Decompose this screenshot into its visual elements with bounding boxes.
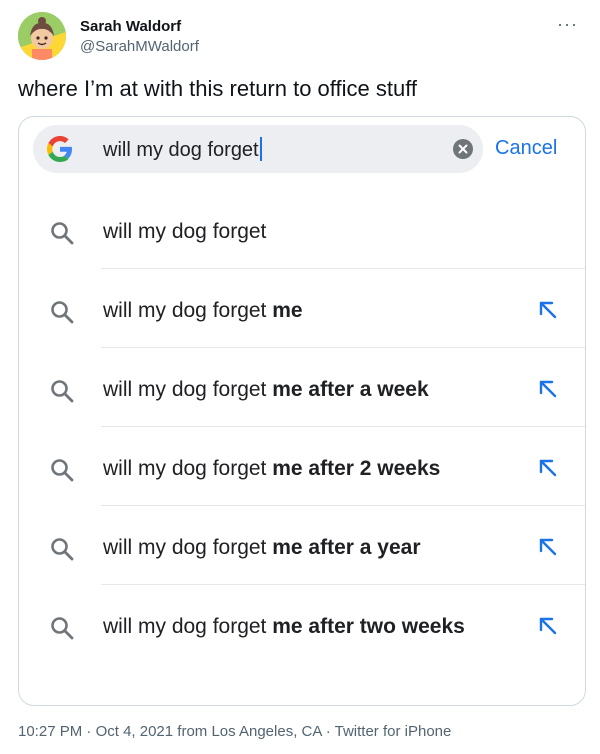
suggestion-prefix: will my dog forget bbox=[103, 457, 273, 480]
tweet-text: where I’m at with this return to office … bbox=[18, 76, 418, 101]
search-icon bbox=[51, 538, 74, 561]
suggestion-text: will my dog forget me after 2 weeks bbox=[103, 457, 440, 481]
suggestion-completion: me after 2 weeks bbox=[272, 457, 441, 480]
tweet-date[interactable]: Oct 4, 2021 bbox=[96, 723, 174, 740]
suggestion-prefix: will my dog forget bbox=[103, 536, 273, 559]
fill-query-arrow-icon[interactable] bbox=[537, 615, 559, 637]
suggestion-text: will my dog forget bbox=[103, 220, 266, 244]
suggestion-completion: me after a week bbox=[272, 378, 429, 401]
fill-query-arrow-icon[interactable] bbox=[537, 536, 559, 558]
tweet-source[interactable]: Twitter for iPhone bbox=[335, 723, 452, 740]
suggestion-prefix: will my dog forget bbox=[103, 615, 273, 638]
meta-separator: · bbox=[325, 723, 331, 740]
search-icon bbox=[51, 301, 74, 324]
search-query: will my dog forget bbox=[103, 139, 259, 161]
google-logo-icon bbox=[47, 136, 72, 162]
fill-query-arrow-icon[interactable] bbox=[537, 299, 559, 321]
suggestion-item[interactable]: will my dog forget me bbox=[19, 269, 585, 348]
suggestion-completion: me bbox=[272, 299, 303, 322]
author-handle[interactable]: @SarahMWaldorf bbox=[80, 38, 199, 55]
meta-separator: · bbox=[86, 723, 92, 740]
suggestion-completion: me after two weeks bbox=[272, 615, 465, 638]
search-icon bbox=[51, 222, 74, 245]
suggestion-item[interactable]: will my dog forget me after two weeks bbox=[19, 585, 585, 664]
tweet-media-screenshot[interactable]: will my dog forget Cancel will my dog fo… bbox=[18, 116, 586, 706]
clear-icon[interactable] bbox=[453, 139, 473, 159]
suggestion-text: will my dog forget me after a week bbox=[103, 378, 429, 402]
suggestion-completion: me after a year bbox=[272, 536, 421, 559]
suggestion-item[interactable]: will my dog forget me after a year bbox=[19, 506, 585, 585]
search-icon bbox=[51, 380, 74, 403]
tweet-header: Sarah Waldorf @SarahMWaldorf ··· bbox=[18, 12, 582, 62]
search-bar[interactable]: will my dog forget bbox=[33, 125, 483, 173]
suggestion-item[interactable]: will my dog forget me after a week bbox=[19, 348, 585, 427]
author-name[interactable]: Sarah Waldorf bbox=[80, 18, 181, 35]
tweet-metadata: 10:27 PM · Oct 4, 2021 from Los Angeles,… bbox=[18, 723, 451, 740]
search-input[interactable]: will my dog forget bbox=[103, 137, 262, 162]
suggestion-prefix: will my dog forget bbox=[103, 299, 273, 322]
search-icon bbox=[51, 459, 74, 482]
text-cursor bbox=[259, 137, 262, 161]
avatar[interactable] bbox=[18, 12, 66, 60]
suggestion-list: will my dog forget will my dog forget me w… bbox=[19, 190, 585, 664]
cancel-button[interactable]: Cancel bbox=[495, 137, 557, 160]
suggestion-prefix: will my dog forget bbox=[103, 378, 273, 401]
suggestion-text: will my dog forget me after two weeks bbox=[103, 615, 465, 639]
tweet-location[interactable]: from Los Angeles, CA bbox=[177, 723, 321, 740]
fill-query-arrow-icon[interactable] bbox=[537, 378, 559, 400]
suggestion-item[interactable]: will my dog forget me after 2 weeks bbox=[19, 427, 585, 506]
suggestion-item[interactable]: will my dog forget bbox=[19, 190, 585, 269]
more-icon[interactable]: ··· bbox=[557, 14, 578, 35]
fill-query-arrow-icon[interactable] bbox=[537, 457, 559, 479]
tweet-time[interactable]: 10:27 PM bbox=[18, 723, 82, 740]
suggestion-text: will my dog forget me after a year bbox=[103, 536, 421, 560]
search-icon bbox=[51, 617, 74, 640]
suggestion-text: will my dog forget me bbox=[103, 299, 303, 323]
suggestion-prefix: will my dog forget bbox=[103, 220, 267, 243]
